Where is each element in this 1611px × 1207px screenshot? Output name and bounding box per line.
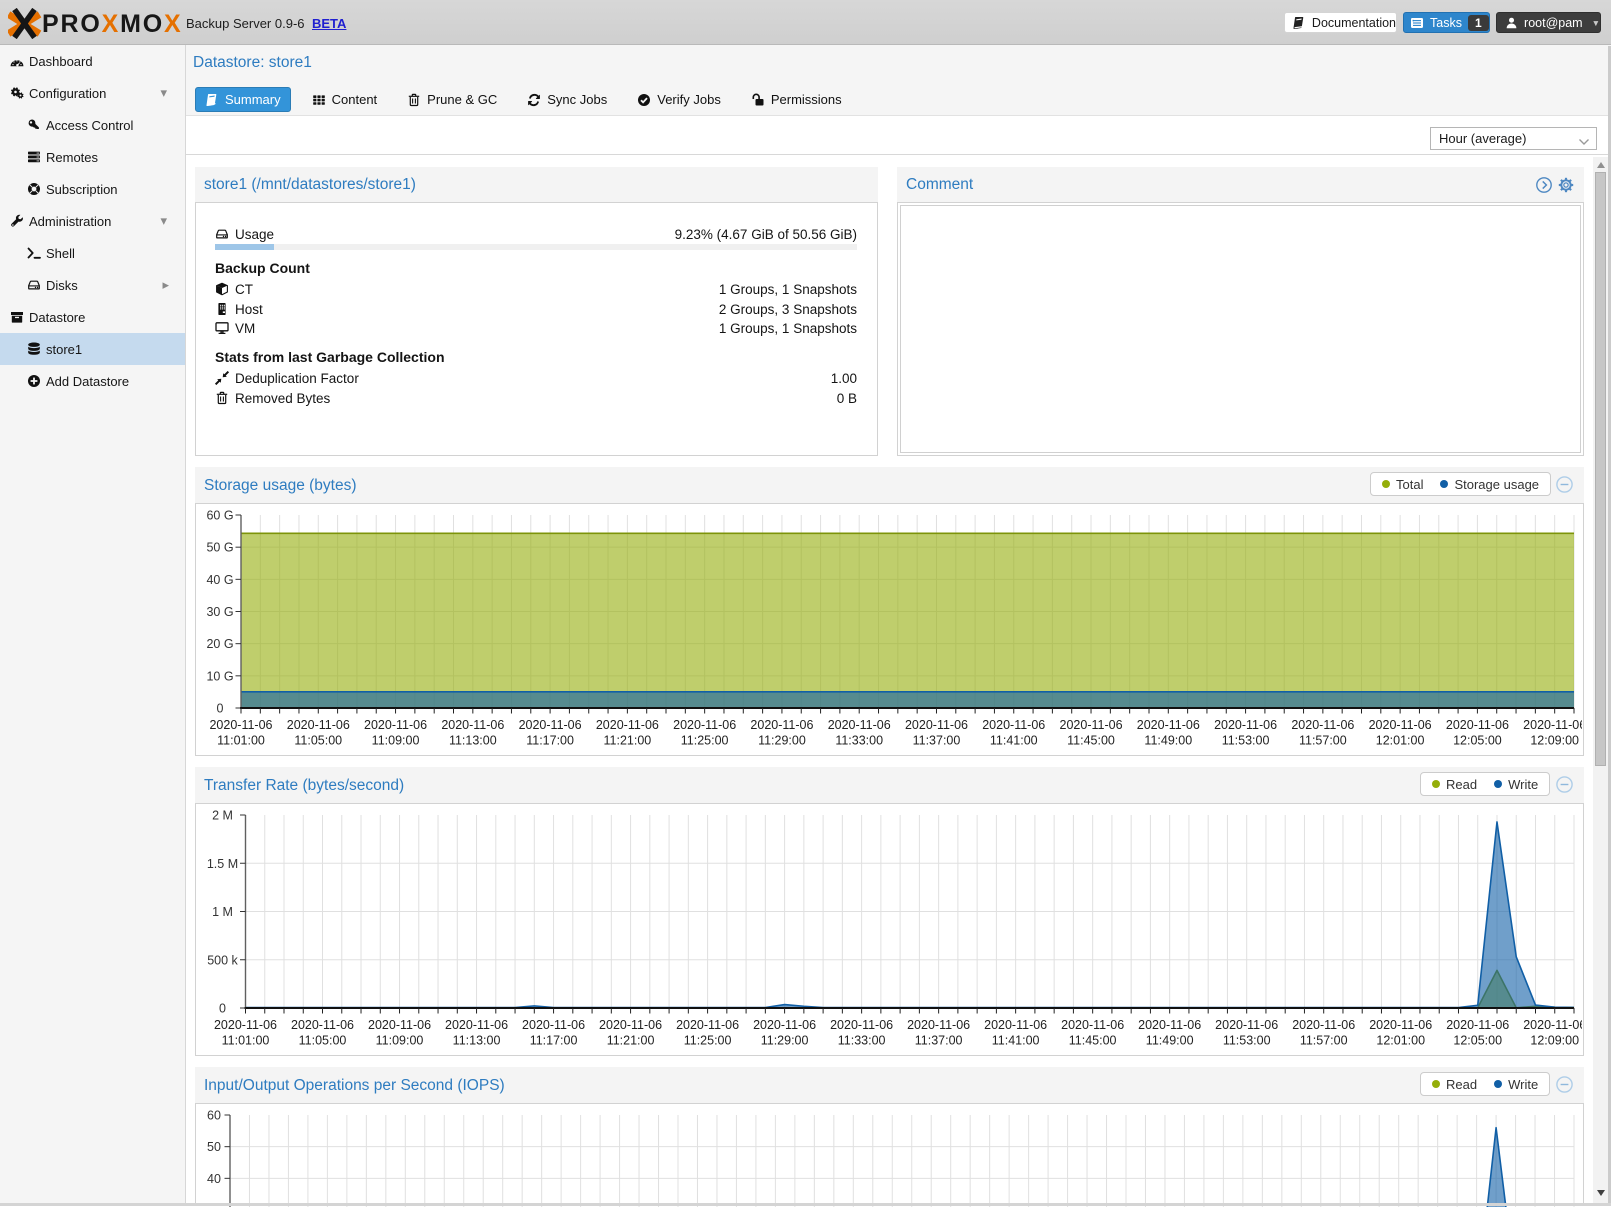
svg-text:2020-11-06: 2020-11-06 bbox=[1523, 718, 1582, 732]
svg-text:2020-11-06: 2020-11-06 bbox=[291, 1018, 354, 1032]
svg-text:11:41:00: 11:41:00 bbox=[990, 734, 1038, 748]
svg-text:2020-11-06: 2020-11-06 bbox=[445, 1018, 508, 1032]
svg-text:2020-11-06: 2020-11-06 bbox=[1138, 1018, 1201, 1032]
svg-text:11:33:00: 11:33:00 bbox=[838, 1034, 886, 1048]
svg-text:2020-11-06: 2020-11-06 bbox=[519, 718, 582, 732]
svg-text:2020-11-06: 2020-11-06 bbox=[596, 718, 659, 732]
svg-text:12:05:00: 12:05:00 bbox=[1453, 734, 1502, 748]
svg-text:2020-11-06: 2020-11-06 bbox=[1446, 1018, 1509, 1032]
svg-text:11:09:00: 11:09:00 bbox=[376, 1034, 424, 1048]
svg-text:2020-11-06: 2020-11-06 bbox=[907, 1018, 970, 1032]
svg-text:2020-11-06: 2020-11-06 bbox=[599, 1018, 662, 1032]
svg-text:2020-11-06: 2020-11-06 bbox=[753, 1018, 816, 1032]
svg-text:11:25:00: 11:25:00 bbox=[684, 1034, 732, 1048]
svg-text:11:45:00: 11:45:00 bbox=[1067, 734, 1115, 748]
svg-text:11:21:00: 11:21:00 bbox=[607, 1034, 655, 1048]
svg-text:2020-11-06: 2020-11-06 bbox=[905, 718, 968, 732]
svg-text:11:33:00: 11:33:00 bbox=[835, 734, 883, 748]
svg-text:2020-11-06: 2020-11-06 bbox=[1291, 718, 1354, 732]
svg-text:11:05:00: 11:05:00 bbox=[294, 734, 342, 748]
svg-text:11:57:00: 11:57:00 bbox=[1299, 734, 1347, 748]
svg-text:11:29:00: 11:29:00 bbox=[761, 1034, 809, 1048]
svg-text:1 M: 1 M bbox=[212, 905, 233, 919]
svg-text:2020-11-06: 2020-11-06 bbox=[1523, 1018, 1582, 1032]
svg-text:40: 40 bbox=[207, 1172, 221, 1186]
svg-text:11:01:00: 11:01:00 bbox=[217, 734, 265, 748]
svg-text:11:37:00: 11:37:00 bbox=[913, 734, 961, 748]
svg-text:0: 0 bbox=[217, 702, 224, 716]
svg-text:2020-11-06: 2020-11-06 bbox=[1446, 718, 1509, 732]
svg-text:2020-11-06: 2020-11-06 bbox=[750, 718, 813, 732]
svg-text:12:01:00: 12:01:00 bbox=[1376, 734, 1425, 748]
svg-text:11:13:00: 11:13:00 bbox=[453, 1034, 501, 1048]
svg-text:2020-11-06: 2020-11-06 bbox=[1137, 718, 1200, 732]
svg-text:1.5 M: 1.5 M bbox=[207, 857, 238, 871]
svg-text:11:41:00: 11:41:00 bbox=[992, 1034, 1040, 1048]
svg-text:12:05:00: 12:05:00 bbox=[1453, 1034, 1502, 1048]
svg-text:30 G: 30 G bbox=[206, 605, 233, 619]
svg-text:11:21:00: 11:21:00 bbox=[604, 734, 652, 748]
svg-text:40 G: 40 G bbox=[206, 573, 233, 587]
svg-text:2020-11-06: 2020-11-06 bbox=[982, 718, 1045, 732]
svg-text:2020-11-06: 2020-11-06 bbox=[828, 718, 891, 732]
svg-text:11:49:00: 11:49:00 bbox=[1144, 734, 1192, 748]
svg-text:2020-11-06: 2020-11-06 bbox=[1215, 1018, 1278, 1032]
svg-text:12:09:00: 12:09:00 bbox=[1530, 734, 1579, 748]
svg-text:2020-11-06: 2020-11-06 bbox=[676, 1018, 739, 1032]
svg-text:0: 0 bbox=[219, 1002, 226, 1016]
svg-text:12:09:00: 12:09:00 bbox=[1530, 1034, 1579, 1048]
svg-text:2 M: 2 M bbox=[212, 809, 233, 823]
svg-text:11:37:00: 11:37:00 bbox=[915, 1034, 963, 1048]
svg-text:10 G: 10 G bbox=[206, 669, 233, 683]
svg-text:2020-11-06: 2020-11-06 bbox=[673, 718, 736, 732]
svg-text:11:53:00: 11:53:00 bbox=[1223, 1034, 1271, 1048]
svg-text:50 G: 50 G bbox=[206, 541, 233, 555]
svg-text:2020-11-06: 2020-11-06 bbox=[441, 718, 504, 732]
svg-text:11:25:00: 11:25:00 bbox=[681, 734, 729, 748]
svg-text:2020-11-06: 2020-11-06 bbox=[1060, 718, 1123, 732]
svg-text:11:45:00: 11:45:00 bbox=[1069, 1034, 1117, 1048]
svg-text:2020-11-06: 2020-11-06 bbox=[522, 1018, 585, 1032]
svg-text:2020-11-06: 2020-11-06 bbox=[209, 718, 272, 732]
svg-text:50: 50 bbox=[207, 1140, 221, 1154]
svg-text:11:17:00: 11:17:00 bbox=[530, 1034, 578, 1048]
svg-text:11:17:00: 11:17:00 bbox=[526, 734, 574, 748]
svg-text:60: 60 bbox=[207, 1109, 221, 1123]
svg-text:20 G: 20 G bbox=[206, 637, 233, 651]
svg-text:500 k: 500 k bbox=[207, 953, 238, 967]
svg-text:2020-11-06: 2020-11-06 bbox=[1214, 718, 1277, 732]
svg-text:11:13:00: 11:13:00 bbox=[449, 734, 497, 748]
svg-text:2020-11-06: 2020-11-06 bbox=[830, 1018, 893, 1032]
svg-text:11:53:00: 11:53:00 bbox=[1222, 734, 1270, 748]
svg-text:2020-11-06: 2020-11-06 bbox=[984, 1018, 1047, 1032]
svg-text:60 G: 60 G bbox=[206, 509, 233, 523]
svg-text:2020-11-06: 2020-11-06 bbox=[1369, 1018, 1432, 1032]
svg-text:11:09:00: 11:09:00 bbox=[372, 734, 420, 748]
svg-text:2020-11-06: 2020-11-06 bbox=[1292, 1018, 1355, 1032]
svg-text:2020-11-06: 2020-11-06 bbox=[368, 1018, 431, 1032]
svg-text:11:29:00: 11:29:00 bbox=[758, 734, 806, 748]
svg-text:11:57:00: 11:57:00 bbox=[1300, 1034, 1348, 1048]
svg-text:11:49:00: 11:49:00 bbox=[1146, 1034, 1194, 1048]
svg-text:2020-11-06: 2020-11-06 bbox=[214, 1018, 277, 1032]
svg-text:12:01:00: 12:01:00 bbox=[1376, 1034, 1425, 1048]
svg-text:2020-11-06: 2020-11-06 bbox=[1061, 1018, 1124, 1032]
svg-text:11:05:00: 11:05:00 bbox=[299, 1034, 347, 1048]
svg-text:2020-11-06: 2020-11-06 bbox=[287, 718, 350, 732]
svg-text:11:01:00: 11:01:00 bbox=[222, 1034, 270, 1048]
svg-text:2020-11-06: 2020-11-06 bbox=[364, 718, 427, 732]
svg-text:2020-11-06: 2020-11-06 bbox=[1369, 718, 1432, 732]
